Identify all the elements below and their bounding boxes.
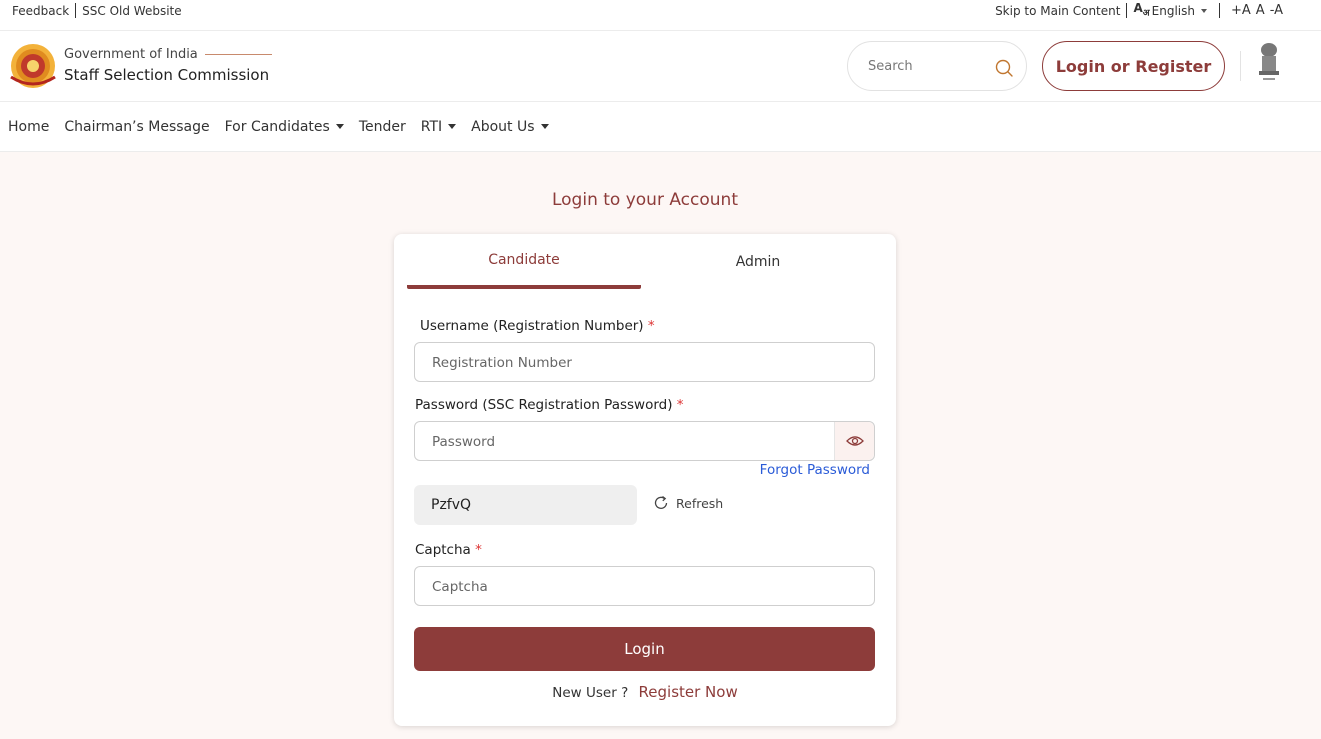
- divider: [75, 3, 77, 18]
- top-links: Feedback SSC Old Website: [12, 3, 182, 18]
- tab-candidate[interactable]: Candidate: [407, 234, 641, 289]
- national-emblem-icon: [1259, 43, 1279, 80]
- search-input[interactable]: [868, 55, 983, 77]
- site-header: Government of India Staff Selection Comm…: [0, 31, 1321, 102]
- password-label-text: Password (SSC Registration Password): [415, 397, 673, 413]
- top-utility-bar: Feedback SSC Old Website Skip to Main Co…: [0, 0, 1321, 31]
- ssc-logo-icon[interactable]: [8, 43, 58, 89]
- font-increase-button[interactable]: +A: [1231, 3, 1251, 18]
- nav-label: Chairman’s Message: [64, 118, 210, 135]
- nav-tender[interactable]: Tender: [359, 119, 406, 135]
- old-website-link[interactable]: SSC Old Website: [82, 4, 181, 18]
- chevron-down-icon: [335, 124, 344, 129]
- password-input[interactable]: [432, 431, 792, 453]
- captcha-image: PzfvQ: [414, 485, 637, 525]
- language-select[interactable]: English: [1152, 4, 1195, 18]
- nav-chairmans-message[interactable]: Chairman’s Message: [64, 119, 209, 135]
- divider: [1126, 3, 1128, 19]
- new-user-prompt: New User ? Register Now: [394, 683, 896, 701]
- decorative-rule: [205, 54, 272, 55]
- forgot-password-link[interactable]: Forgot Password: [760, 462, 870, 478]
- refresh-label: Refresh: [676, 495, 724, 511]
- username-label-text: Username (Registration Number): [420, 318, 644, 334]
- gov-of-india-text: Government of India: [64, 47, 198, 62]
- password-field[interactable]: [414, 421, 875, 461]
- required-mark: *: [647, 318, 655, 334]
- refresh-icon: [654, 495, 668, 509]
- font-normal-button[interactable]: A: [1256, 3, 1265, 18]
- translate-icon: Aअ: [1133, 1, 1150, 19]
- toggle-password-button[interactable]: [834, 422, 874, 460]
- nav-label: Home: [8, 118, 50, 135]
- divider: [1240, 51, 1241, 81]
- nav-label: RTI: [420, 118, 443, 135]
- captcha-label-text: Captcha: [415, 542, 471, 558]
- username-field[interactable]: [414, 342, 875, 382]
- search-icon[interactable]: [994, 58, 1014, 78]
- nav-label: About Us: [471, 118, 535, 135]
- search-box[interactable]: [847, 41, 1027, 91]
- main-nav: Home Chairman’s Message For Candidates T…: [0, 102, 1321, 152]
- page-title: Login to your Account: [551, 190, 738, 210]
- nav-rti[interactable]: RTI: [420, 118, 457, 135]
- eye-icon: [845, 436, 864, 446]
- login-card: Candidate Admin Username (Registration N…: [394, 234, 896, 726]
- captcha-input[interactable]: [432, 576, 832, 598]
- divider: [1218, 3, 1220, 19]
- nav-about-us[interactable]: About Us: [471, 118, 549, 135]
- required-mark: *: [475, 542, 482, 558]
- org-name[interactable]: Staff Selection Commission: [64, 66, 269, 84]
- chevron-down-icon: [1200, 8, 1207, 13]
- nav-label: For Candidates: [224, 118, 330, 135]
- captcha-field[interactable]: [414, 566, 875, 606]
- nav-for-candidates[interactable]: For Candidates: [225, 119, 344, 135]
- chevron-down-icon: [540, 124, 549, 129]
- nav-home[interactable]: Home: [8, 119, 49, 135]
- password-label: Password (SSC Registration Password) *: [415, 397, 684, 413]
- chevron-down-icon: [448, 124, 457, 129]
- tab-admin[interactable]: Admin: [641, 234, 875, 289]
- skip-to-main-link[interactable]: Skip to Main Content: [995, 4, 1120, 18]
- new-user-text: New User ?: [552, 685, 629, 701]
- required-mark: *: [676, 397, 684, 413]
- register-now-link[interactable]: Register Now: [639, 683, 738, 701]
- accessibility-controls: Skip to Main Content Aअ English +A A -A: [995, 1, 1283, 19]
- refresh-captcha-button[interactable]: Refresh: [653, 495, 723, 511]
- feedback-link[interactable]: Feedback: [12, 4, 69, 18]
- captcha-label: Captcha *: [415, 542, 482, 558]
- login-button[interactable]: Login: [414, 627, 875, 671]
- login-register-button[interactable]: Login or Register: [1042, 41, 1225, 91]
- username-label: Username (Registration Number) *: [420, 318, 655, 334]
- nav-label: Tender: [358, 118, 406, 135]
- username-input[interactable]: [432, 352, 832, 374]
- font-decrease-button[interactable]: -A: [1270, 3, 1283, 18]
